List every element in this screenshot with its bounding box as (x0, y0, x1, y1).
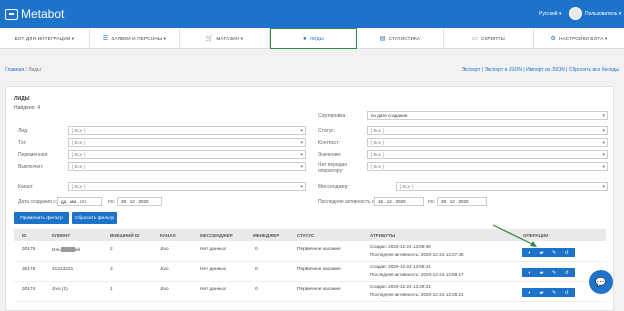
created-from-date[interactable]: дд . мм . гггг (57, 197, 102, 206)
col-channel: КАНАЛ (160, 233, 176, 238)
nav-bot-integration[interactable]: БОТ ДЛЯ ИНТЕГРАЦИИ ▾ (0, 28, 90, 49)
brand-name: Metabot (21, 7, 65, 21)
tag-select[interactable]: [ Все ] (68, 138, 306, 147)
apply-filter-button[interactable]: Применить фильтр (14, 212, 69, 224)
col-operations: ОПЕРАЦИИ (523, 233, 549, 238)
created-to-date[interactable]: 28 . 12 . 2020 (117, 197, 162, 206)
variable-label: Переменная: (18, 152, 49, 158)
avatar[interactable] (569, 7, 582, 20)
created-label: Дата создания с: (18, 199, 58, 205)
variable-select[interactable]: [ Все ] (68, 150, 306, 159)
nav-shop[interactable]: 🛒 МАГАЗИН ▾ (180, 28, 270, 49)
chat-icon[interactable]: ▰ (540, 270, 544, 276)
channel-label: Канал: (18, 184, 34, 190)
messenger-select[interactable]: [ Все ] (396, 182, 608, 191)
table-row[interactable]: 30176 Иль ей 2 Jivo Нет данных 0 Первично… (14, 242, 606, 262)
activity-to-label: по: (428, 199, 435, 205)
person-icon: ● (302, 35, 307, 42)
reset-filter-button[interactable]: Сбросить фильтр (72, 212, 117, 224)
export-links[interactable]: Экспорт | Экспорт в JSON | Импорт из JSO… (462, 67, 619, 73)
stats-icon: ▤ (379, 36, 386, 42)
list-icon: ☰ (102, 36, 109, 42)
toggle-icon[interactable]: ◐ (528, 250, 531, 256)
toggle-icon[interactable]: ◐ (528, 270, 531, 276)
main-nav: БОТ ДЛЯ ИНТЕГРАЦИИ ▾ ☰ ЗАЯВКИ И ПЕРСОНЫ ▾… (0, 28, 624, 49)
nav-bot-settings[interactable]: ⚙ НАСТРОЙКИ БОТА ▾ (534, 28, 624, 49)
off-select[interactable]: [ Все ] (68, 162, 306, 171)
activity-to-date[interactable]: 28 . 12 . 2020 (437, 197, 487, 206)
client-name[interactable]: 21213221 (52, 267, 73, 272)
page-title: ЛИДЫ (14, 96, 30, 102)
row-operations: ◐ ▰ ✎ ↺ (522, 288, 575, 297)
table-row[interactable]: 30175 21213221 3 Jivo Нет данных 0 Перви… (14, 262, 606, 282)
operator-select[interactable]: [ Все ] (367, 162, 608, 171)
edit-icon[interactable]: ✎ (552, 270, 556, 276)
user-menu[interactable]: Пользователь ▾ (585, 11, 621, 17)
messenger-label: Мессенджер: (318, 184, 349, 190)
redacted-mark (60, 247, 75, 252)
lead-select[interactable]: [ Все ] (68, 126, 306, 135)
status-select[interactable]: [ Все ] (367, 126, 608, 135)
nav-scripts[interactable]: ▭ СКРИПТЫ (444, 28, 534, 49)
table-row[interactable]: 30174 Jivo (1) 1 Jivo Нет данных 0 Перви… (14, 282, 606, 302)
breadcrumb-current: Лиды (28, 67, 41, 73)
reset-icon[interactable]: ↺ (565, 250, 569, 256)
lead-label: Лид: (18, 128, 29, 134)
script-icon: ▭ (472, 36, 478, 42)
col-attributes: АТРИБУТЫ (370, 233, 396, 238)
sort-label: Сортировка: (318, 113, 347, 119)
created-to-label: по: (108, 199, 115, 205)
col-id: ID (22, 233, 27, 238)
brand-logo[interactable]: Metabot (5, 7, 64, 21)
activity-from-date[interactable]: 16 . 12 . 2020 (374, 197, 424, 206)
cart-icon: 🛒 (205, 36, 214, 42)
chat-icon[interactable]: ▰ (540, 290, 544, 296)
value-label: Значение: (318, 152, 342, 158)
nav-requests[interactable]: ☰ ЗАЯВКИ И ПЕРСОНЫ ▾ (90, 28, 180, 49)
context-select[interactable]: [ Все ] (367, 138, 608, 147)
off-label: Выключен: (18, 164, 44, 170)
operator-label: Чат передан оператору: (318, 162, 348, 174)
col-status: СТАТУС (297, 233, 315, 238)
breadcrumb-home[interactable]: Главная (5, 67, 24, 73)
value-select[interactable]: [ Все ] (367, 150, 608, 159)
col-external-id: ВНЕШНИЙ ID (110, 233, 140, 238)
breadcrumb: Главная / Лиды (5, 67, 41, 73)
edit-icon[interactable]: ✎ (552, 290, 556, 296)
col-client: КЛИЕНТ (52, 233, 71, 238)
col-messenger: МЕССЕНДЖЕР (200, 233, 233, 238)
bot-logo-icon (5, 8, 18, 20)
edit-icon[interactable]: ✎ (552, 250, 556, 256)
nav-statistics[interactable]: ▤ СТАТИСТИКА (357, 28, 444, 49)
row-operations: ◐ ▰ ✎ ↺ (522, 268, 575, 277)
col-manager: МЕНЕДЖЕР (253, 233, 280, 238)
context-label: Контекст: (318, 140, 340, 146)
client-name[interactable]: Иль ей (52, 247, 80, 253)
row-operations: ◐ ▰ ✎ ↺ (522, 248, 575, 257)
channel-select[interactable]: [ Все ] (68, 182, 306, 191)
language-selector[interactable]: Русский ▾ (539, 11, 561, 17)
chat-widget-button[interactable]: 💬 (589, 270, 613, 294)
nav-leads[interactable]: ● ЛИДЫ (270, 28, 357, 49)
status-label: Статус: (318, 128, 336, 134)
chat-bubble-icon: 💬 (595, 276, 607, 287)
chat-icon[interactable]: ▰ (540, 250, 544, 256)
reset-icon[interactable]: ↺ (565, 290, 569, 296)
sort-select[interactable]: по дате создания (367, 111, 608, 120)
top-bar: Metabot Русский ▾ Пользователь ▾ (0, 0, 624, 28)
found-count: Найдено: 4 (14, 105, 40, 111)
reset-icon[interactable]: ↺ (565, 270, 569, 276)
activity-label: Последняя активность с: (318, 199, 376, 205)
tag-label: Тэг: (18, 140, 27, 146)
gear-icon: ⚙ (550, 36, 557, 42)
toggle-icon[interactable]: ◐ (528, 290, 531, 296)
client-name[interactable]: Jivo (1) (52, 287, 68, 292)
